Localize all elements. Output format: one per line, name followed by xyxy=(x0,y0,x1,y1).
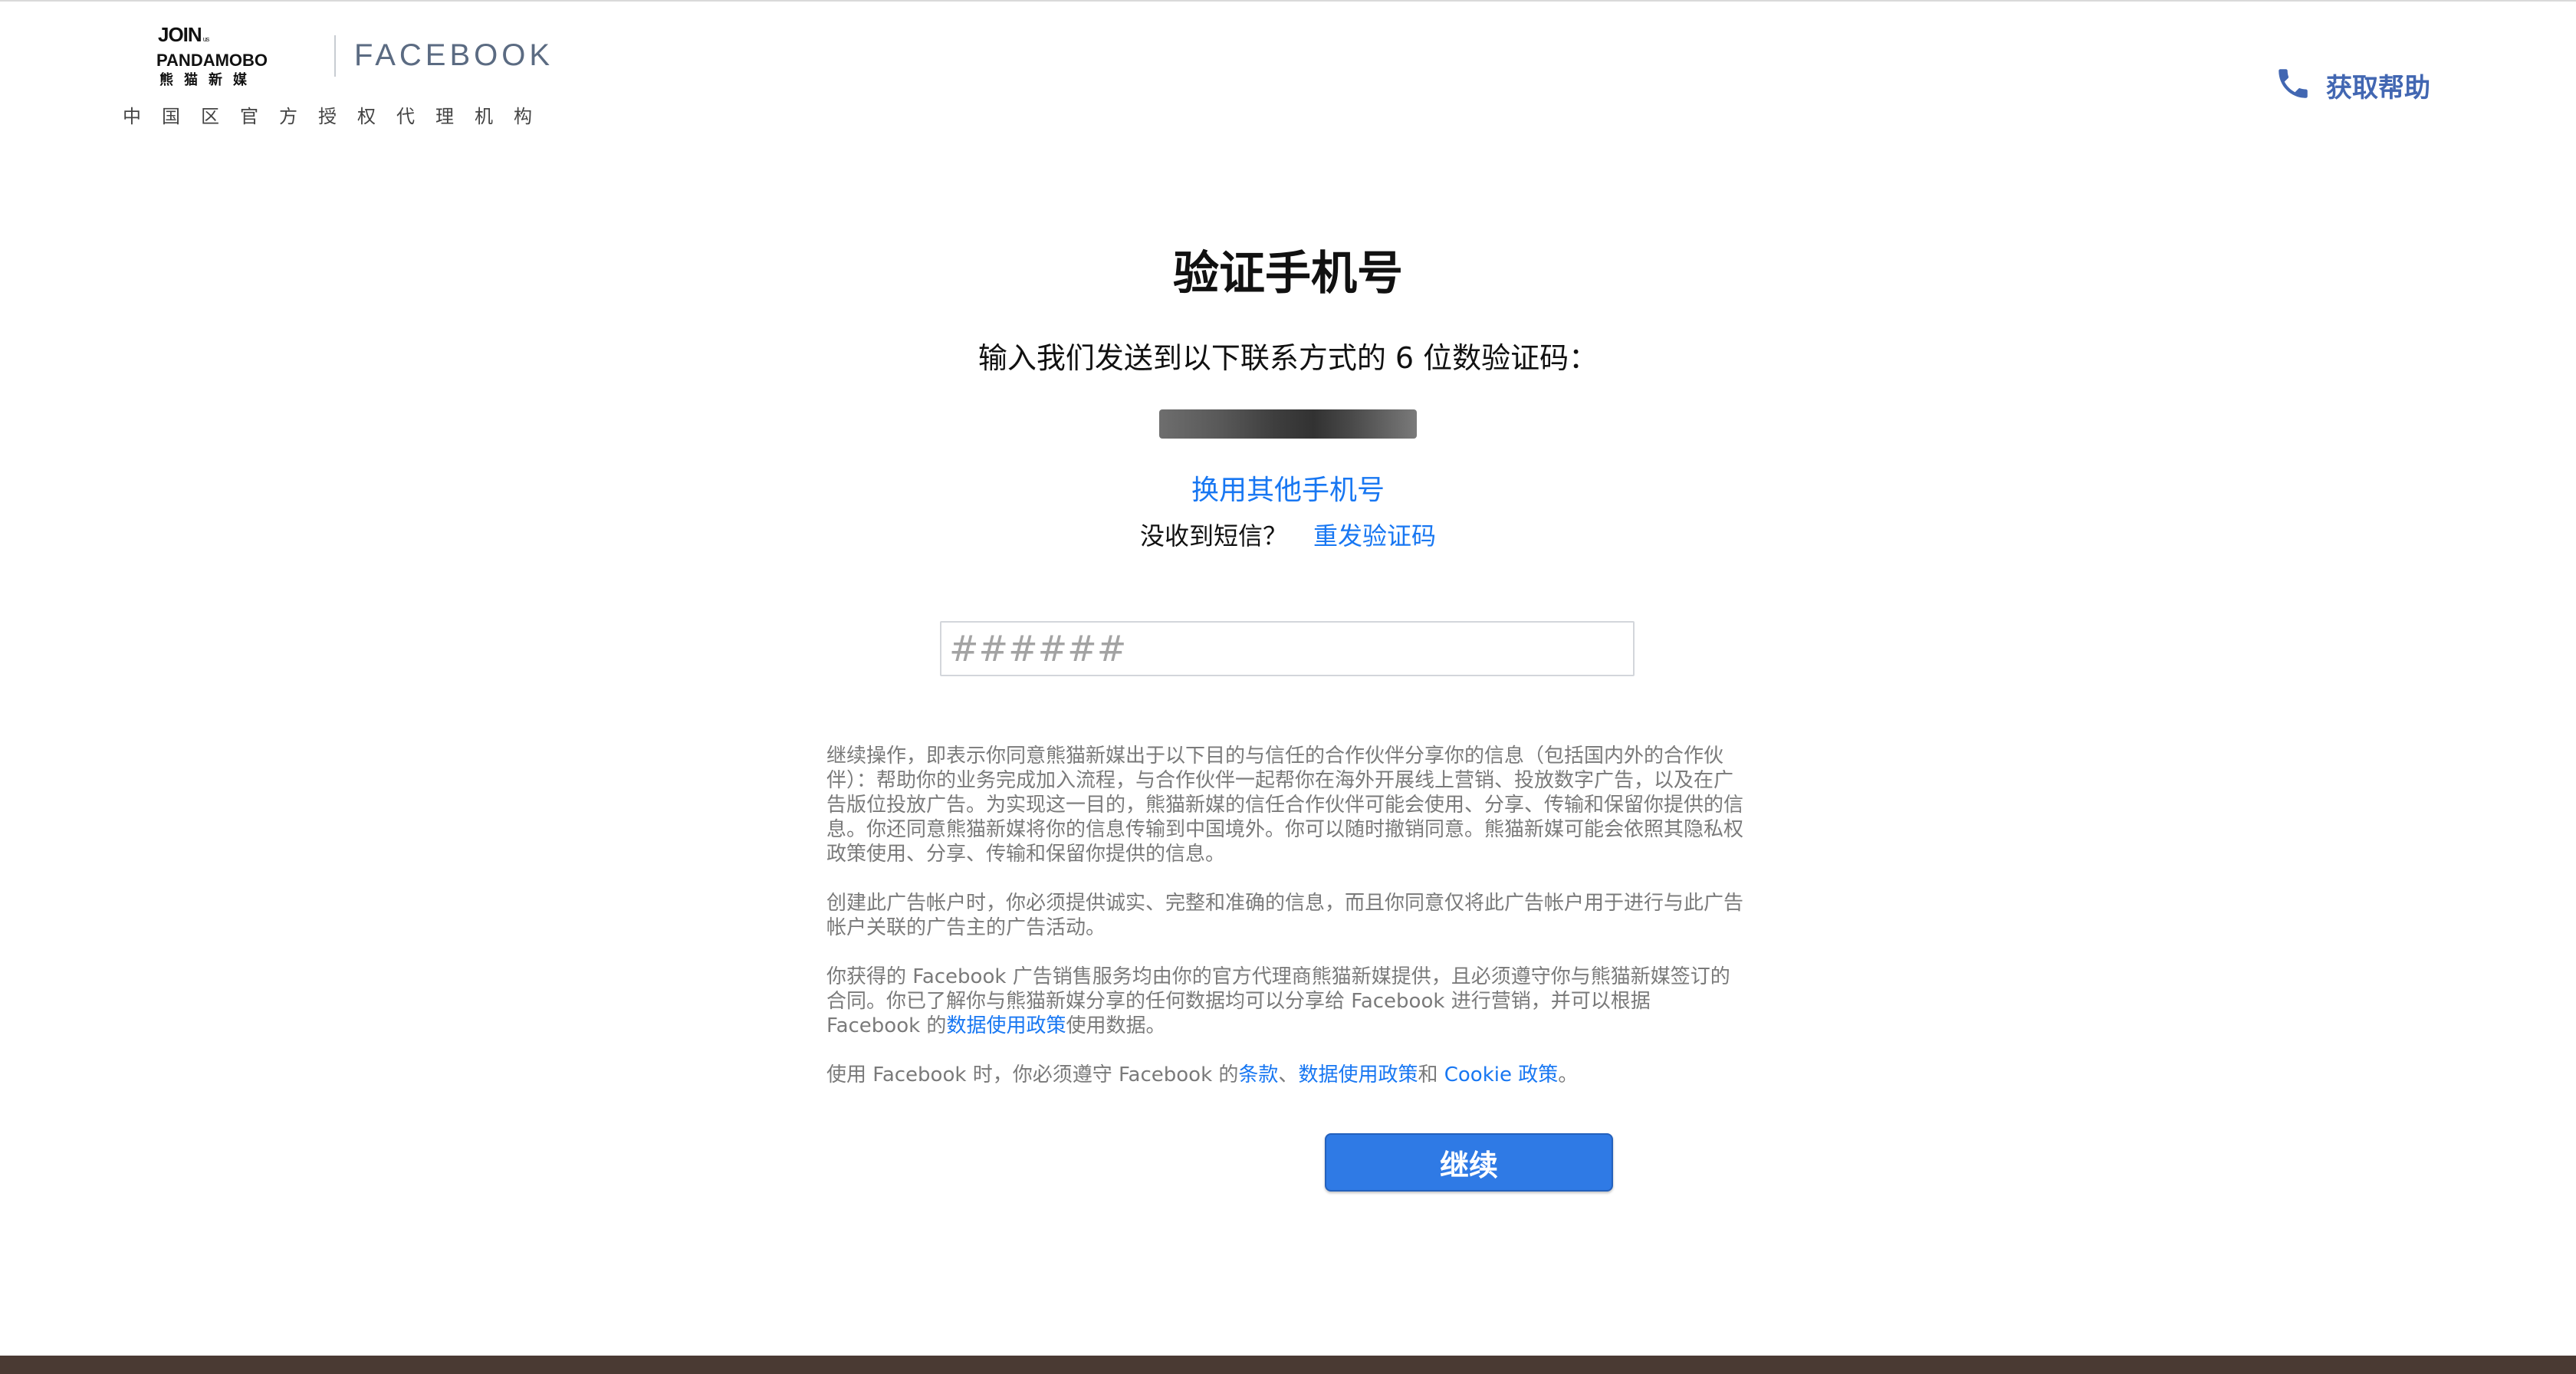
legal-text: 继续操作，即表示你同意熊猫新媒出于以下目的与信任的合作伙伴分享你的信息（包括国内… xyxy=(826,744,1746,1112)
phone-icon xyxy=(2274,64,2312,106)
continue-button[interactable]: 继续 xyxy=(1325,1133,1613,1192)
get-help-link[interactable]: 获取帮助 xyxy=(2274,64,2430,106)
instruction-text: 输入我们发送到以下联系方式的 6 位数验证码： xyxy=(978,341,1598,375)
resend-code-link[interactable]: 重发验证码 xyxy=(1313,521,1436,551)
legal-paragraph-1: 继续操作，即表示你同意熊猫新媒出于以下目的与信任的合作伙伴分享你的信息（包括国内… xyxy=(826,745,1744,866)
resend-row: 没收到短信？ 重发验证码 xyxy=(0,517,2576,552)
logo-join: JOIN us xyxy=(158,23,209,46)
bottom-bar xyxy=(0,1356,2576,1374)
terms-link[interactable]: 条款 xyxy=(1238,1063,1278,1086)
masked-phone-number xyxy=(1159,409,1417,439)
data-policy-link-2[interactable]: 数据使用政策 xyxy=(1298,1063,1418,1086)
legal-paragraph-2: 创建此广告帐户时，你必须提供诚实、完整和准确的信息，而且你同意仅将此广告帐户用于… xyxy=(826,892,1744,939)
logo-subtitle: 中国区官方授权代理机构 xyxy=(123,106,553,127)
top-border xyxy=(0,0,2576,2)
change-phone-link[interactable]: 换用其他手机号 xyxy=(0,468,2576,508)
logo-facebook: FACEBOOK xyxy=(354,38,554,72)
logo-cn-name: 熊猫新媒 xyxy=(159,72,258,88)
legal-paragraph-4: 使用 Facebook 时，你必须遵守 Facebook 的条款、数据使用政策和… xyxy=(826,1063,1579,1086)
cookie-policy-link[interactable]: Cookie 政策 xyxy=(1444,1063,1559,1086)
logo-divider xyxy=(334,35,336,77)
legal-paragraph-3: 你获得的 Facebook 广告销售服务均由你的官方代理商熊猫新媒提供，且必须遵… xyxy=(826,965,1730,1037)
resend-prompt: 没收到短信？ xyxy=(1139,521,1287,551)
logo-pandamobo: PANDAMOBO xyxy=(156,51,268,70)
get-help-label: 获取帮助 xyxy=(2326,72,2430,104)
data-policy-link[interactable]: 数据使用政策 xyxy=(946,1014,1066,1037)
page-title: 验证手机号 xyxy=(1173,247,1403,301)
verification-code-input[interactable] xyxy=(940,621,1635,676)
